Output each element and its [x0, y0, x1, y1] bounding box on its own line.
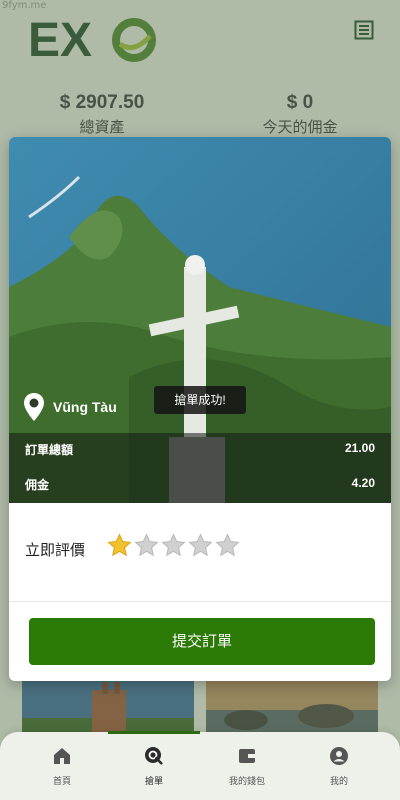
order-total-value: 21.00 — [344, 441, 375, 455]
home-icon — [54, 748, 70, 764]
order-total-label: 訂單總額 — [25, 443, 74, 457]
rating-section: 立即評價 — [25, 533, 375, 563]
nav-label-home: 首頁 — [52, 776, 71, 786]
nav-item-home[interactable]: 首頁 — [22, 746, 102, 787]
nav-item-wallet[interactable]: 我的錢包 — [207, 746, 287, 787]
divider — [9, 601, 391, 602]
star-empty-icon[interactable] — [134, 533, 159, 558]
nav-label-grab-order: 搶單 — [144, 776, 163, 786]
map-pin-icon — [24, 393, 44, 421]
search-order-icon — [145, 747, 163, 765]
star-empty-icon[interactable] — [188, 533, 213, 558]
star-filled-icon[interactable] — [107, 533, 132, 558]
order-info-band: 訂單總額 21.00 佣金 4.20 — [9, 433, 391, 503]
nav-label-profile: 我的 — [329, 776, 348, 786]
star-rating[interactable] — [107, 533, 242, 563]
location-tag: Vũng Tàu — [23, 392, 117, 422]
location-name: Vũng Tàu — [53, 399, 117, 415]
rating-label: 立即評價 — [25, 542, 86, 559]
star-empty-icon[interactable] — [215, 533, 240, 558]
commission-value: 4.20 — [351, 476, 375, 490]
wallet-icon — [239, 749, 255, 763]
star-empty-icon[interactable] — [161, 533, 186, 558]
nav-label-wallet: 我的錢包 — [228, 776, 265, 786]
order-total-row: 訂單總額 21.00 — [25, 441, 375, 461]
commission-row: 佣金 4.20 — [25, 476, 375, 496]
commission-label: 佣金 — [25, 478, 50, 492]
nav-item-grab-order[interactable]: 搶單 — [114, 746, 194, 787]
submit-order-button[interactable]: 提交訂單 — [29, 618, 375, 665]
user-icon — [330, 747, 348, 765]
nav-active-indicator — [108, 731, 200, 734]
order-modal: Vũng Tàu 搶單成功! 訂單總額 21.00 佣金 4.20 立即評價 提… — [9, 137, 391, 681]
success-toast: 搶單成功! — [154, 386, 246, 414]
bottom-nav: 首頁 搶單 我的錢包 我的 — [0, 732, 400, 800]
nav-item-profile[interactable]: 我的 — [299, 746, 379, 787]
